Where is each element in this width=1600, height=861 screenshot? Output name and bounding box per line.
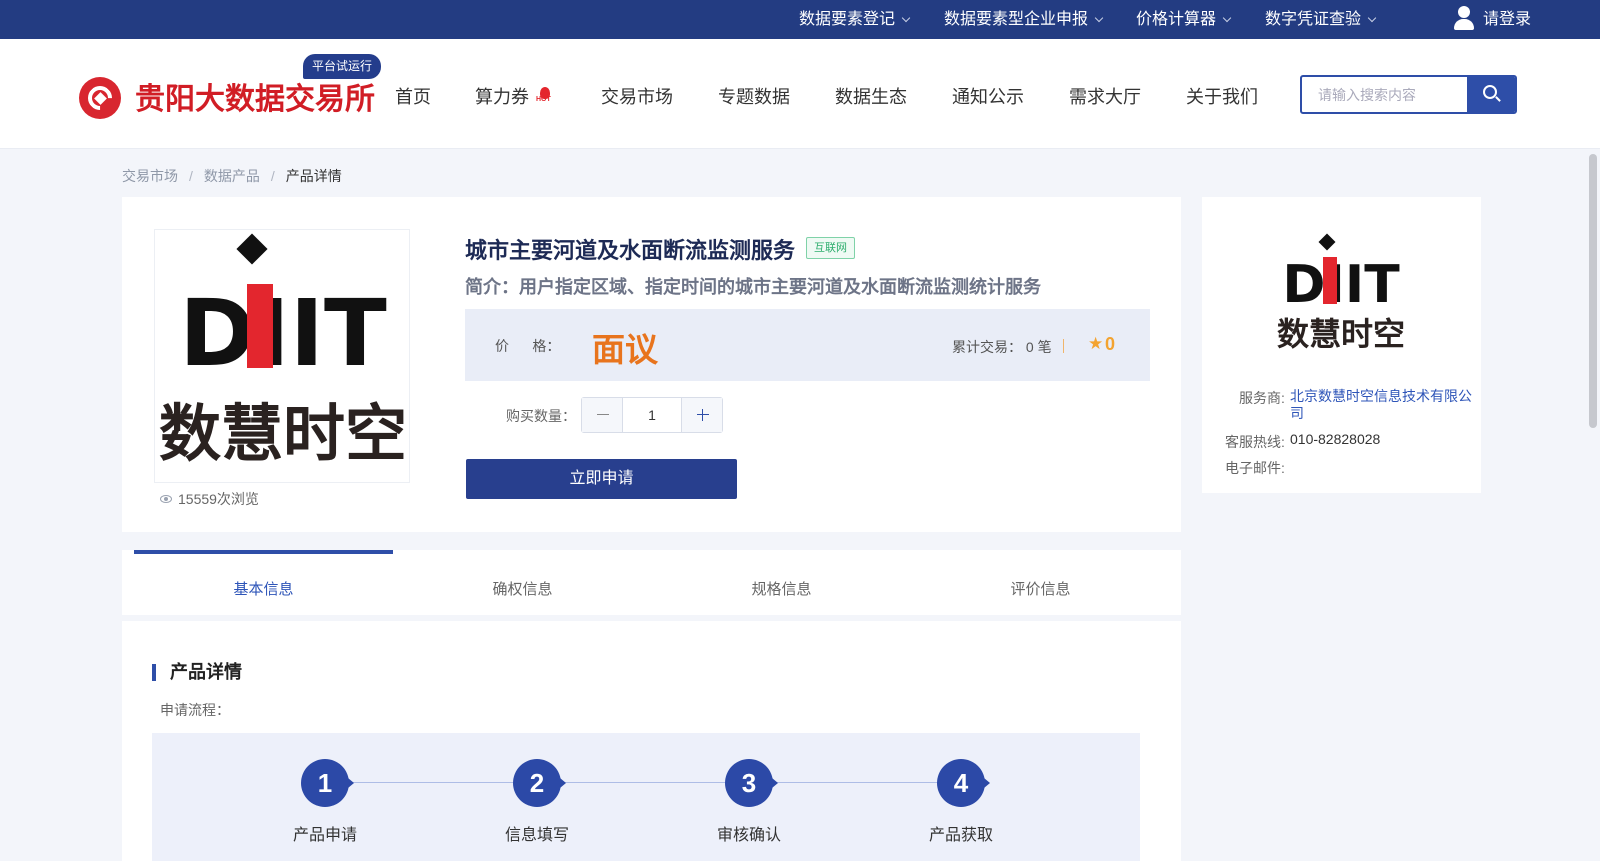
product-detail-section: 产品详情 申请流程： 1 产品申请 2 信息填写 3 审核确认 4 产品获取 <box>122 621 1181 861</box>
step-label: 产品获取 <box>928 827 993 844</box>
site-header: 贵阳大数据交易所 平台试运行 首页 算力券 HOT 交易市场 专题数据 数据生态… <box>0 39 1600 149</box>
product-title: 城市主要河道及水面断流监测服务 <box>465 238 796 263</box>
flow-step: 3 审核确认 <box>694 759 804 845</box>
topbar-price-calculator[interactable]: 价格计算器 <box>1136 10 1232 30</box>
nav-demand-hall[interactable]: 需求大厅 <box>1069 83 1141 109</box>
search-box <box>1300 75 1517 114</box>
product-image: DIIT 数慧时空 <box>154 229 410 483</box>
price-box: 价 格： 面议 累计交易： 0 笔 ★ 0 <box>465 309 1150 381</box>
step-label: 信息填写 <box>504 827 569 844</box>
step-number: 2 <box>513 759 566 807</box>
provider-logo: DIIT 数慧时空 <box>1277 233 1405 352</box>
chevron-down-icon <box>1094 13 1104 23</box>
nav-compute-voucher[interactable]: 算力券 <box>475 83 529 109</box>
provider-label: 服务商: <box>1239 390 1285 406</box>
step-label: 审核确认 <box>716 827 781 844</box>
view-count-text: 15559次浏览 <box>178 491 259 507</box>
flow-label: 申请流程： <box>160 702 230 718</box>
nav-data-ecosystem[interactable]: 数据生态 <box>835 83 907 109</box>
price-label: 价 格： <box>495 338 561 354</box>
quantity-label: 购买数量： <box>506 408 576 424</box>
apply-button[interactable]: 立即申请 <box>466 459 737 499</box>
flow-line <box>347 782 987 783</box>
tab-review-info[interactable]: 评价信息 <box>911 550 1170 615</box>
detail-tabs: 基本信息 确权信息 规格信息 评价信息 <box>122 550 1181 615</box>
application-flow: 1 产品申请 2 信息填写 3 审核确认 4 产品获取 <box>152 733 1140 861</box>
deal-count: 累计交易： 0 笔 <box>952 339 1052 355</box>
diit-logo: DIIT 数慧时空 <box>159 233 407 470</box>
flow-step: 4 产品获取 <box>906 759 1016 845</box>
category-tag: 互联网 <box>806 237 855 259</box>
section-title: 产品详情 <box>152 663 242 681</box>
tab-basic-info[interactable]: 基本信息 <box>134 550 393 615</box>
topbar-data-registration[interactable]: 数据要素登记 <box>799 10 911 30</box>
divider <box>1063 339 1064 353</box>
topbar-enterprise-declaration[interactable]: 数据要素型企业申报 <box>944 10 1104 30</box>
topbar-item-label: 价格计算器 <box>1136 11 1217 28</box>
plus-icon <box>697 414 709 415</box>
top-bar: 数据要素登记 数据要素型企业申报 价格计算器 数字凭证查验 请登录 <box>0 0 1600 39</box>
nav-home[interactable]: 首页 <box>395 83 431 109</box>
nav-about-us[interactable]: 关于我们 <box>1186 83 1258 109</box>
user-icon[interactable] <box>1452 6 1476 32</box>
breadcrumb: 交易市场 / 数据产品 / 产品详情 <box>122 168 342 184</box>
topbar-item-label: 数据要素登记 <box>799 11 896 28</box>
topbar-item-label: 数字凭证查验 <box>1265 11 1362 28</box>
search-input[interactable] <box>1302 77 1470 112</box>
step-number: 1 <box>301 759 354 807</box>
step-label: 产品申请 <box>292 827 357 844</box>
beta-badge: 平台试运行 <box>303 54 381 79</box>
svg-text:数慧时空: 数慧时空 <box>159 397 407 470</box>
product-card: DIIT 数慧时空 15559次浏览 城市主要河道及水面断流监测服务 互联网 简… <box>122 197 1181 532</box>
chevron-down-icon <box>1367 13 1377 23</box>
nav-trading-market[interactable]: 交易市场 <box>601 83 673 109</box>
step-number: 4 <box>937 759 990 807</box>
logo-icon[interactable] <box>79 77 121 119</box>
chevron-down-icon <box>901 13 911 23</box>
product-intro: 简介：用户指定区域、指定时间的城市主要河道及水面断流监测统计服务 <box>465 277 1041 297</box>
hotline-value: 010-82828028 <box>1290 431 1381 447</box>
breadcrumb-trading-market[interactable]: 交易市场 <box>122 168 178 184</box>
minus-icon <box>597 414 609 415</box>
flow-step: 1 产品申请 <box>270 759 380 845</box>
topbar-certificate-check[interactable]: 数字凭证查验 <box>1265 10 1377 30</box>
quantity-input[interactable]: 1 <box>623 398 681 432</box>
tab-rights-info[interactable]: 确权信息 <box>393 550 652 615</box>
topbar-item-label: 数据要素型企业申报 <box>944 11 1089 28</box>
tab-spec-info[interactable]: 规格信息 <box>652 550 911 615</box>
star-icon: ★ <box>1088 334 1104 353</box>
breadcrumb-data-products[interactable]: 数据产品 <box>204 168 260 184</box>
page-scrollbar[interactable] <box>1585 149 1600 861</box>
breadcrumb-current: 产品详情 <box>285 168 342 184</box>
decrease-button[interactable] <box>582 398 623 432</box>
email-label: 电子邮件: <box>1225 460 1285 476</box>
search-button[interactable] <box>1467 77 1515 112</box>
nav-topic-data[interactable]: 专题数据 <box>718 83 790 109</box>
view-count: 15559次浏览 <box>160 489 259 509</box>
svg-text:数慧时空: 数慧时空 <box>1277 315 1405 352</box>
nav-notices[interactable]: 通知公示 <box>952 83 1024 109</box>
flow-step: 2 信息填写 <box>482 759 592 845</box>
increase-button[interactable] <box>681 398 722 432</box>
login-link[interactable]: 请登录 <box>1483 10 1531 30</box>
price-value: 面议 <box>592 331 658 368</box>
svg-text:DIIT: DIIT <box>1282 255 1400 315</box>
hotline-label: 客服热线: <box>1225 434 1285 450</box>
scroll-thumb[interactable] <box>1589 154 1597 428</box>
hot-icon: HOT <box>534 87 556 105</box>
provider-name[interactable]: 北京数慧时空信息技术有限公司 <box>1290 388 1474 422</box>
step-number: 3 <box>725 759 778 807</box>
chevron-down-icon <box>1222 13 1232 23</box>
eye-icon <box>160 495 172 503</box>
svg-text:DIIT: DIIT <box>179 280 387 387</box>
site-name[interactable]: 贵阳大数据交易所 <box>135 74 375 118</box>
rating-value: 0 <box>1105 334 1116 354</box>
quantity-stepper: 1 <box>581 397 723 433</box>
